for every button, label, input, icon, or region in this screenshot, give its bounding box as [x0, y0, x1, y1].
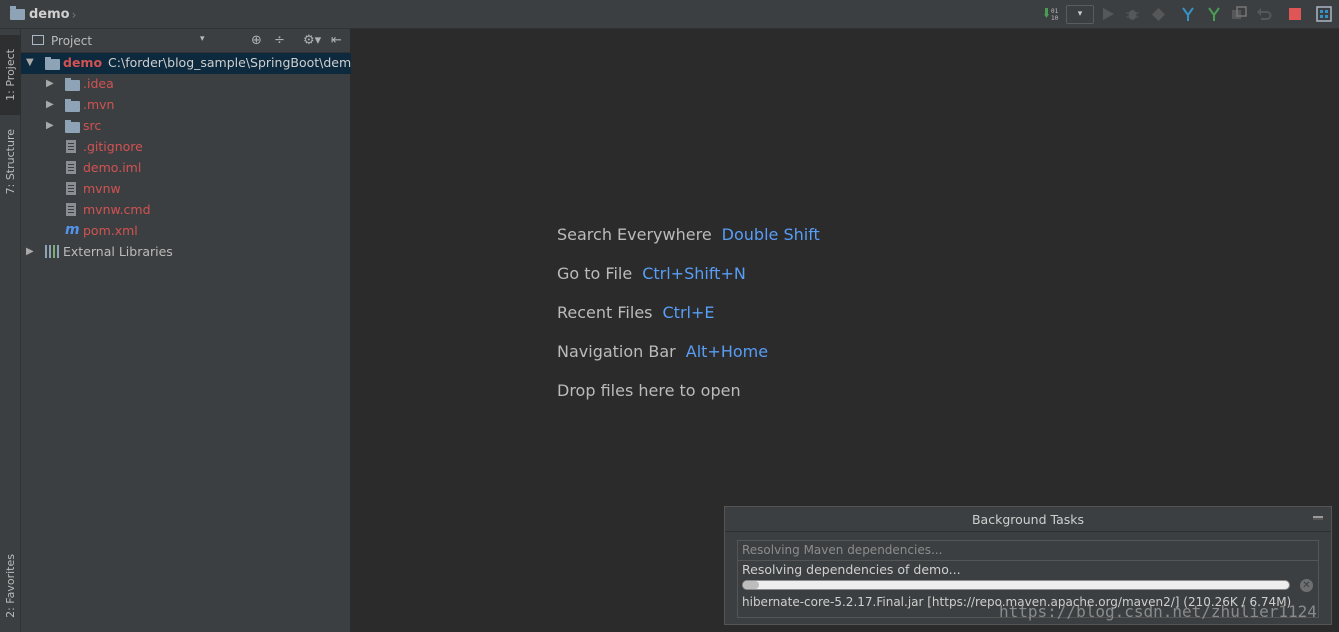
tree-item-src[interactable]: ▶ src: [21, 116, 351, 137]
tree-item-gitignore[interactable]: .gitignore: [21, 137, 351, 158]
task-progress-bar: [742, 580, 1290, 590]
tree-item-demo-iml[interactable]: demo.iml: [21, 158, 351, 179]
vcs-compare-icon[interactable]: [1231, 5, 1247, 23]
stop-icon[interactable]: [1287, 5, 1303, 23]
project-structure-icon[interactable]: [1316, 5, 1332, 23]
tab-favorites-label: 2: Favorites: [4, 554, 17, 618]
tree-item-idea[interactable]: ▶ .idea: [21, 74, 351, 95]
text-file-icon: [66, 182, 76, 195]
minimize-icon[interactable]: [1313, 516, 1323, 518]
collapsed-arrow-icon[interactable]: ▶: [46, 99, 54, 110]
hint-text: Navigation Bar: [557, 342, 676, 361]
tree-item-label: mvnw.cmd: [83, 202, 151, 217]
folder-icon: [65, 99, 80, 112]
collapsed-arrow-icon[interactable]: ▶: [26, 246, 34, 257]
hint-drop-files: Drop files here to open: [557, 381, 741, 400]
hint-search-everywhere: Search Everywhere Double Shift: [557, 225, 820, 244]
chevron-down-icon[interactable]: ▾: [200, 34, 205, 44]
hint-shortcut: Double Shift: [721, 225, 820, 244]
gear-icon[interactable]: ⚙▾: [303, 33, 321, 48]
tree-item-pom-xml[interactable]: m pom.xml: [21, 221, 351, 242]
text-file-icon: [66, 140, 76, 153]
debug-icon[interactable]: [1124, 5, 1140, 23]
tree-item-label: .idea: [83, 76, 114, 91]
tree-item-mvn[interactable]: ▶ .mvn: [21, 95, 351, 116]
folder-icon: [65, 120, 80, 133]
tree-item-label: demo.iml: [83, 160, 142, 175]
tree-item-mvnw[interactable]: mvnw: [21, 179, 351, 200]
breadcrumb-project[interactable]: demo: [29, 7, 70, 22]
run-configuration-dropdown[interactable]: ▾: [1066, 5, 1094, 24]
tree-item-label: .mvn: [83, 97, 115, 112]
hint-text: Go to File: [557, 264, 633, 283]
collapsed-arrow-icon[interactable]: ▶: [46, 78, 54, 89]
svg-text:01: 01: [1051, 8, 1059, 15]
build-icon[interactable]: 01 10: [1044, 5, 1060, 23]
tab-structure-label: 7: Structure: [4, 129, 17, 195]
tree-item-demo[interactable]: ▼ demo C:\forder\blog_sample\SpringBoot\d…: [21, 53, 359, 74]
text-file-icon: [66, 203, 76, 216]
scroll-from-source-icon[interactable]: ⊕: [251, 33, 262, 48]
tree-item-external-libraries[interactable]: ▶ External Libraries: [21, 242, 351, 263]
tree-item-label: pom.xml: [83, 223, 138, 238]
maven-icon: m: [65, 222, 80, 238]
undo-icon[interactable]: [1256, 5, 1272, 23]
vcs-update-icon[interactable]: [1180, 5, 1196, 23]
svg-text:10: 10: [1051, 15, 1059, 22]
tab-favorites[interactable]: 2: Favorites: [0, 545, 21, 627]
hint-recent-files: Recent Files Ctrl+E: [557, 303, 714, 322]
module-folder-icon: [45, 57, 60, 70]
tree-item-label: .gitignore: [83, 139, 143, 154]
project-panel-header: Project ▾ ⊕ ÷ ⚙▾ ⇤: [21, 29, 351, 53]
navigation-bar: demo › 01 10 ▾: [0, 0, 1339, 29]
tree-item-path: C:\forder\blog_sample\SpringBoot\demo: [108, 55, 359, 70]
libraries-icon: [45, 245, 59, 258]
tab-structure[interactable]: 7: Structure: [0, 121, 21, 203]
vcs-commit-icon[interactable]: [1206, 5, 1222, 23]
tree-item-label: mvnw: [83, 181, 121, 196]
hint-text: Search Everywhere: [557, 225, 712, 244]
breadcrumb[interactable]: demo ›: [10, 6, 76, 23]
project-view-selector[interactable]: Project: [51, 34, 92, 48]
task-detail: Resolving dependencies of demo...: [742, 562, 961, 577]
divider: [738, 560, 1318, 561]
cancel-task-icon[interactable]: ✕: [1300, 579, 1313, 592]
hint-text: Drop files here to open: [557, 381, 741, 400]
collapsed-arrow-icon[interactable]: ▶: [46, 120, 54, 131]
hint-shortcut: Alt+Home: [685, 342, 769, 361]
background-tasks-header: Background Tasks: [725, 507, 1331, 532]
tab-project-label: 1: Project: [4, 49, 17, 101]
folder-icon: [65, 78, 80, 91]
hint-navigation-bar: Navigation Bar Alt+Home: [557, 342, 768, 361]
module-file-icon: [66, 161, 76, 174]
hint-go-to-file: Go to File Ctrl+Shift+N: [557, 264, 746, 283]
project-view-icon: [32, 35, 44, 45]
tree-item-label: src: [83, 118, 102, 133]
project-folder-icon: [10, 6, 25, 20]
tree-item-mvnw-cmd[interactable]: mvnw.cmd: [21, 200, 351, 221]
project-panel: Project ▾ ⊕ ÷ ⚙▾ ⇤ ▼ demo C:\forder\blog_…: [21, 29, 359, 632]
chevron-right-icon: ›: [71, 7, 77, 22]
tree-item-label: External Libraries: [63, 244, 173, 259]
tool-window-strip: 1: Project 7: Structure 2: Favorites: [0, 29, 21, 632]
hint-text: Recent Files: [557, 303, 653, 322]
hide-panel-icon[interactable]: ⇤: [331, 33, 342, 48]
collapse-all-icon[interactable]: ÷: [274, 33, 285, 48]
progress-fill: [743, 581, 760, 589]
hint-shortcut: Ctrl+E: [662, 303, 715, 322]
task-title: Resolving Maven dependencies...: [742, 543, 943, 557]
tree-item-label: demo: [63, 55, 103, 70]
watermark-text: https://blog.csdn.net/zhulier1124: [999, 602, 1317, 621]
coverage-icon[interactable]: [1150, 5, 1166, 23]
background-tasks-title: Background Tasks: [971, 512, 1085, 527]
tab-project[interactable]: 1: Project: [0, 35, 21, 115]
hint-shortcut: Ctrl+Shift+N: [642, 264, 746, 283]
run-icon[interactable]: [1100, 5, 1116, 23]
expand-arrow-icon[interactable]: ▼: [26, 57, 34, 68]
